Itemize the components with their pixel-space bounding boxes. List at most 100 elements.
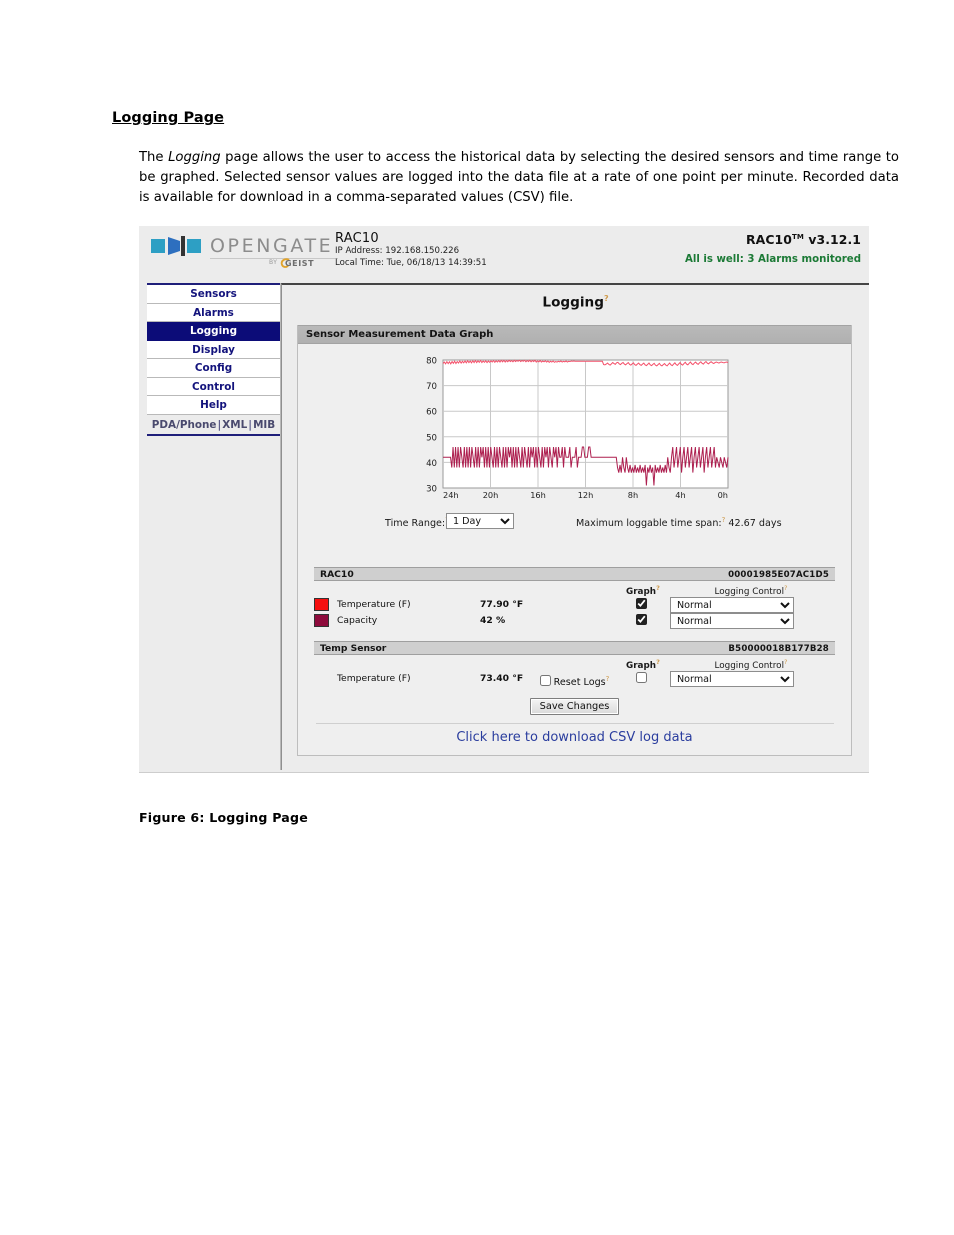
paragraph-emphasis: Logging xyxy=(168,150,221,165)
sidebar-item-config[interactable]: Config xyxy=(147,359,280,378)
device-list: RAC10 00001985E07AC1D5 Graph? Logging Co… xyxy=(298,567,851,687)
svg-text:0h: 0h xyxy=(718,490,728,500)
figure-caption: Figure 6: Logging Page xyxy=(139,810,308,825)
download-csv-link[interactable]: Click here to download CSV log data xyxy=(298,730,851,745)
help-icon-logging-col[interactable]: ? xyxy=(784,584,787,592)
time-range-label: Time Range:? xyxy=(385,516,449,529)
sidebar-item-display[interactable]: Display xyxy=(147,340,280,359)
svg-text:24h: 24h xyxy=(443,490,459,500)
max-span-label: Maximum loggable time span: xyxy=(576,518,722,530)
column-header-graph: Graph? xyxy=(626,584,660,597)
save-changes-button[interactable]: Save Changes xyxy=(529,698,620,715)
save-row: Save Changes xyxy=(298,694,851,715)
device-header: RAC10 00001985E07AC1D5 xyxy=(314,567,835,581)
help-icon-logging-col[interactable]: ? xyxy=(784,658,787,666)
paragraph-part-a: The xyxy=(139,150,169,165)
opengate-logo: OPENGATE BY GEIST xyxy=(151,234,341,274)
divider xyxy=(316,723,834,724)
time-range-select[interactable]: 1 Day xyxy=(446,513,514,529)
device-title: Temp Sensor xyxy=(320,643,387,654)
app-header: OPENGATE BY GEIST RAC10 IP Address: 192.… xyxy=(139,226,869,281)
svg-text:50: 50 xyxy=(426,433,437,443)
help-icon-graph-col[interactable]: ? xyxy=(656,658,660,666)
svg-text:70: 70 xyxy=(426,382,437,392)
sidebar-item-alarms[interactable]: Alarms xyxy=(147,303,280,322)
device-header: Temp Sensor B50000018B177B28 xyxy=(314,641,835,655)
device-serial: 00001985E07AC1D5 xyxy=(728,570,829,580)
sensor-data-graph: 30 40 50 60 70 80 24h 20h 16h 12h 8h 4h 0h xyxy=(298,352,851,504)
svg-text:80: 80 xyxy=(426,357,437,367)
svg-text:60: 60 xyxy=(426,408,437,418)
help-icon-page-title[interactable]: ? xyxy=(604,294,609,303)
logging-control-select[interactable]: Normal xyxy=(670,613,794,629)
column-header-logging: Logging Control? xyxy=(686,658,816,671)
series-color-swatch xyxy=(314,614,329,627)
column-header-logging-text: Logging Control xyxy=(714,660,785,671)
device-local-time: Local Time: Tue, 06/18/13 14:39:51 xyxy=(335,257,487,268)
logging-control-select[interactable]: Normal xyxy=(670,597,794,613)
svg-text:4h: 4h xyxy=(675,490,685,500)
svg-text:40: 40 xyxy=(426,459,437,469)
main-content: Logging? Sensor Measurement Data Graph 3… xyxy=(281,283,869,770)
svg-text:8h: 8h xyxy=(628,490,638,500)
reset-logs-label: Reset Logs xyxy=(553,677,606,689)
column-header-graph-text: Graph xyxy=(626,660,657,671)
table-row: Capacity 42 % Normal xyxy=(314,613,835,629)
sidebar: Sensors Alarms Logging Display Config Co… xyxy=(147,283,281,770)
device-ip: IP Address: 192.168.150.226 xyxy=(335,246,460,256)
sensor-value: 77.90 °F xyxy=(480,599,524,610)
version-product: RAC10 xyxy=(745,232,792,247)
sidebar-sublinks: PDA/Phone|XML|MIB xyxy=(147,414,280,436)
content-page-title-text: Logging xyxy=(542,294,604,311)
sublink-pda-phone[interactable]: PDA/Phone xyxy=(152,419,217,431)
column-header-logging: Logging Control? xyxy=(686,584,816,597)
panel-title: Sensor Measurement Data Graph xyxy=(298,325,851,344)
firmware-version: RAC10TM v3.12.1 xyxy=(685,232,861,247)
sidebar-item-control[interactable]: Control xyxy=(147,377,280,396)
help-icon-graph-col[interactable]: ? xyxy=(656,584,660,592)
sensor-value: 42 % xyxy=(480,615,506,626)
column-header-graph-text: Graph xyxy=(626,586,657,597)
header-right: RAC10TM v3.12.1 All is well: 3 Alarms mo… xyxy=(685,232,861,265)
svg-text:30: 30 xyxy=(426,485,437,495)
sensor-graph-panel: Sensor Measurement Data Graph 30 40 50 60 70… xyxy=(297,325,852,756)
graph-checkbox-wrap xyxy=(636,598,647,609)
status-badge: All is well: 3 Alarms monitored xyxy=(684,254,861,265)
table-row: Temperature (F) 77.90 °F Normal xyxy=(314,597,835,613)
help-icon-reset-logs[interactable]: ? xyxy=(606,675,610,683)
column-header-graph: Graph? xyxy=(626,658,660,671)
device-title: RAC10 xyxy=(320,569,354,580)
opengate-mark-icon xyxy=(151,236,201,256)
trademark-icon: TM xyxy=(791,232,804,241)
sidebar-nav: Sensors Alarms Logging Display Config Co… xyxy=(147,285,280,436)
reset-logs-checkbox[interactable] xyxy=(539,675,551,686)
sublink-mib[interactable]: MIB xyxy=(253,419,275,431)
graph-checkbox[interactable] xyxy=(636,598,647,609)
svg-text:16h: 16h xyxy=(530,490,546,500)
device-name: RAC10 xyxy=(335,231,379,246)
sensor-name: Temperature (F) xyxy=(337,599,411,610)
reset-logs-row: Reset Logs? xyxy=(298,675,851,688)
series-color-swatch xyxy=(314,598,329,611)
sidebar-item-sensors[interactable]: Sensors xyxy=(147,285,280,304)
graph-checkbox[interactable] xyxy=(636,614,647,625)
svg-text:12h: 12h xyxy=(578,490,594,500)
paragraph-part-c: page allows the user to access the histo… xyxy=(139,150,899,206)
sidebar-item-logging[interactable]: Logging xyxy=(147,322,280,341)
page-title: Logging Page xyxy=(112,110,225,126)
geist-wordmark: GEIST xyxy=(285,259,315,268)
sidebar-item-help[interactable]: Help xyxy=(147,396,280,415)
column-header-logging-text: Logging Control xyxy=(714,586,785,597)
column-headers: Graph? Logging Control? xyxy=(314,583,835,597)
graph-checkbox-wrap xyxy=(636,614,647,625)
sublink-xml[interactable]: XML xyxy=(222,419,247,431)
content-page-title: Logging? xyxy=(282,294,869,311)
opengate-wordmark: OPENGATE xyxy=(210,235,334,257)
time-range-row: Time Range:? 1 Day Maximum loggable time… xyxy=(298,512,851,532)
device-serial: B50000018B177B28 xyxy=(728,644,829,654)
help-icon-max-span[interactable]: ? xyxy=(722,516,726,524)
embedded-screenshot: OPENGATE BY GEIST RAC10 IP Address: 192.… xyxy=(139,226,869,773)
time-range-label-text: Time Range: xyxy=(385,518,446,530)
body-paragraph: The Logging page allows the user to acce… xyxy=(139,148,899,208)
logo-by-label: BY xyxy=(269,259,278,266)
